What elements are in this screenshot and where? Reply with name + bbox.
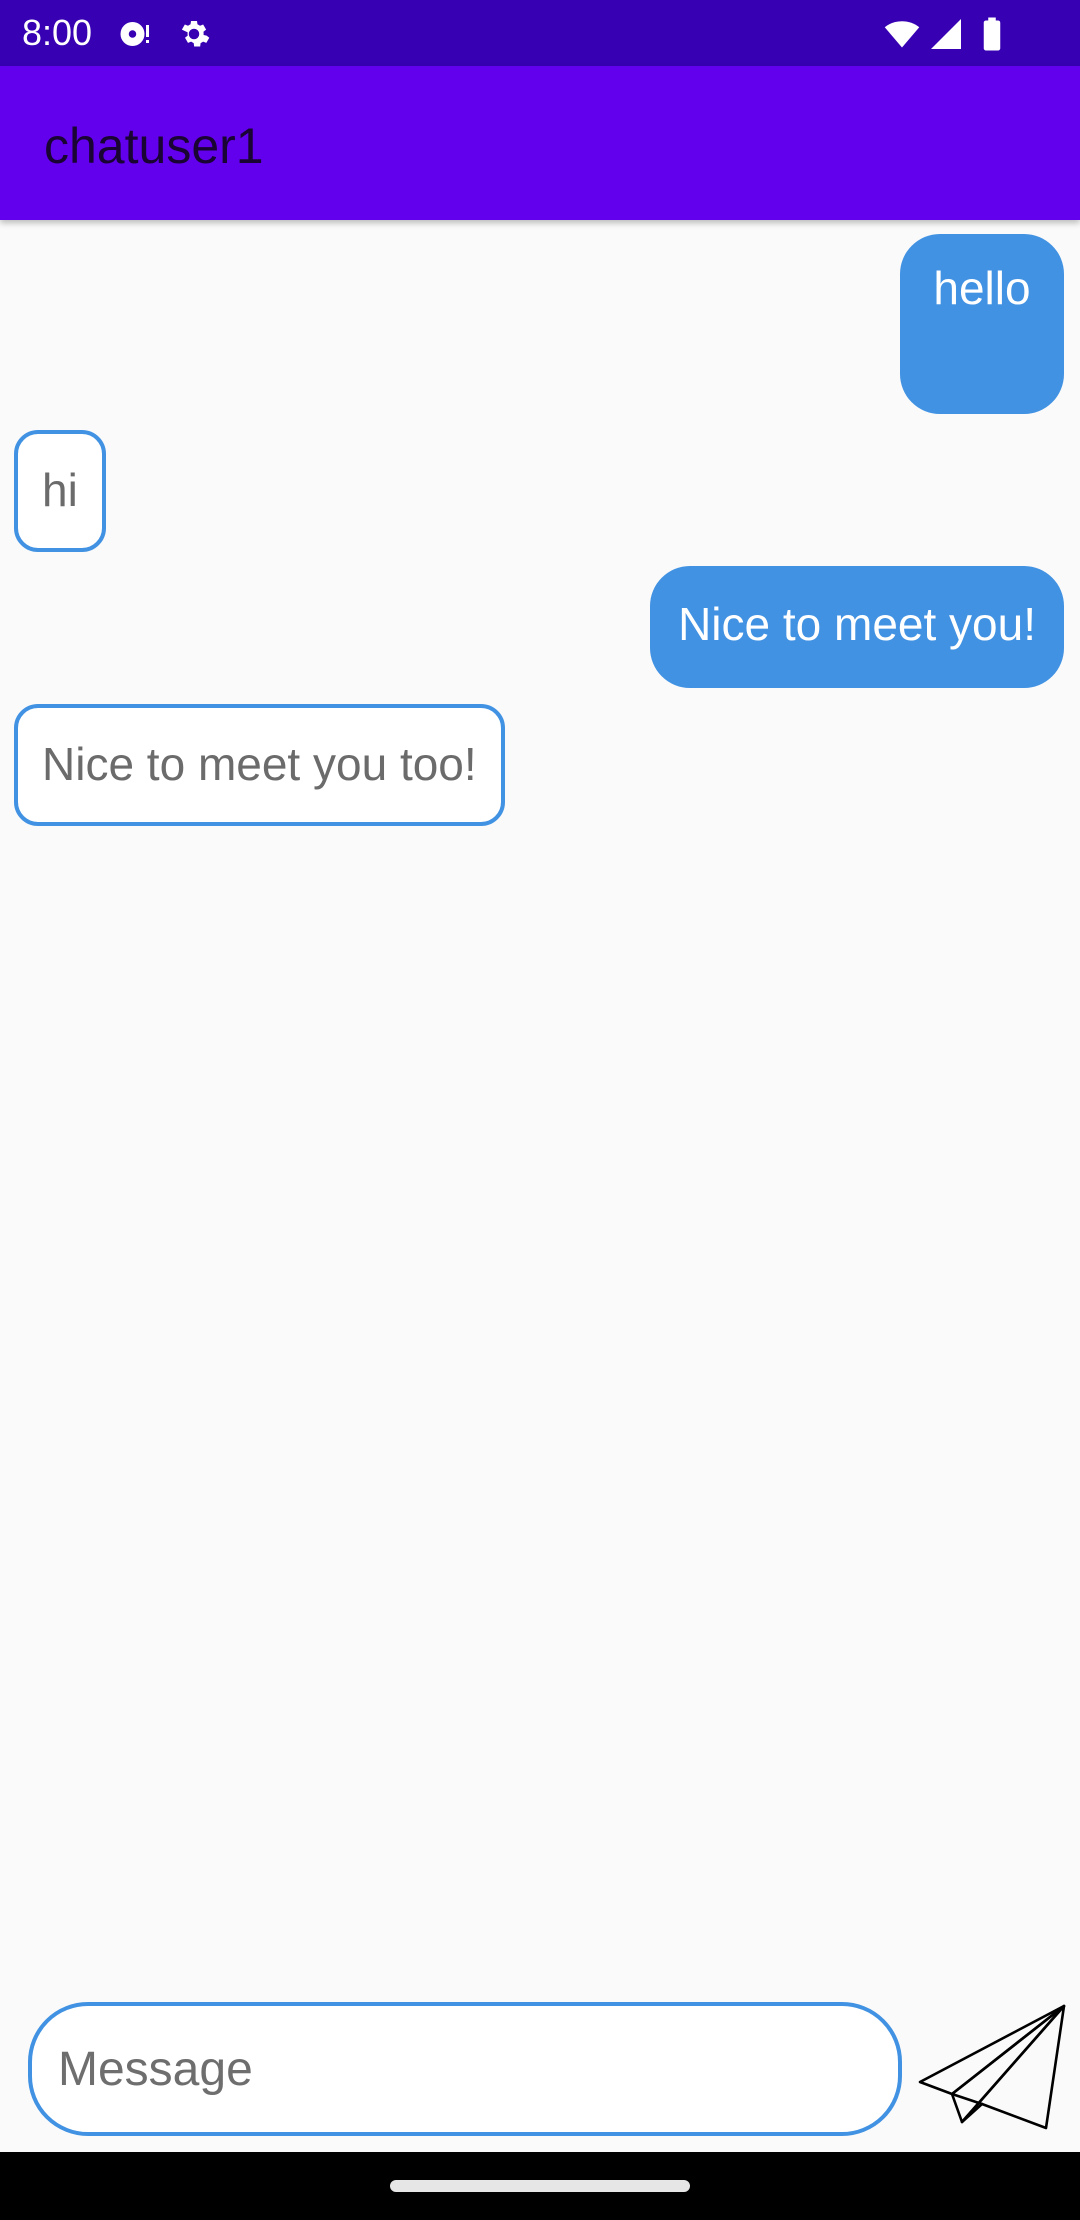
media-icon — [116, 16, 152, 52]
status-bar: 8:00 — [0, 0, 1080, 66]
received-message[interactable]: Nice to meet you too! — [14, 704, 505, 826]
settings-icon — [176, 16, 212, 52]
composer — [0, 1990, 1080, 2160]
sent-message[interactable]: hello — [900, 234, 1064, 414]
wifi-icon — [880, 16, 924, 52]
status-time: 8:00 — [22, 12, 93, 53]
send-button[interactable] — [912, 1992, 1072, 2142]
message-input[interactable] — [28, 2002, 902, 2136]
chat-title: chatuser1 — [44, 118, 264, 174]
sent-message[interactable]: Nice to meet you! — [650, 566, 1064, 688]
navigation-bar — [0, 2152, 1080, 2220]
signal-icon — [928, 16, 964, 52]
app-bar: chatuser1 — [0, 66, 1080, 220]
battery-icon — [978, 16, 1006, 52]
received-message[interactable]: hi — [14, 430, 106, 552]
home-gesture-handle[interactable] — [390, 2180, 690, 2192]
message-list[interactable]: hello hi Nice to meet you! Nice to meet … — [0, 220, 1080, 1980]
paper-plane-icon — [918, 2004, 1066, 2130]
